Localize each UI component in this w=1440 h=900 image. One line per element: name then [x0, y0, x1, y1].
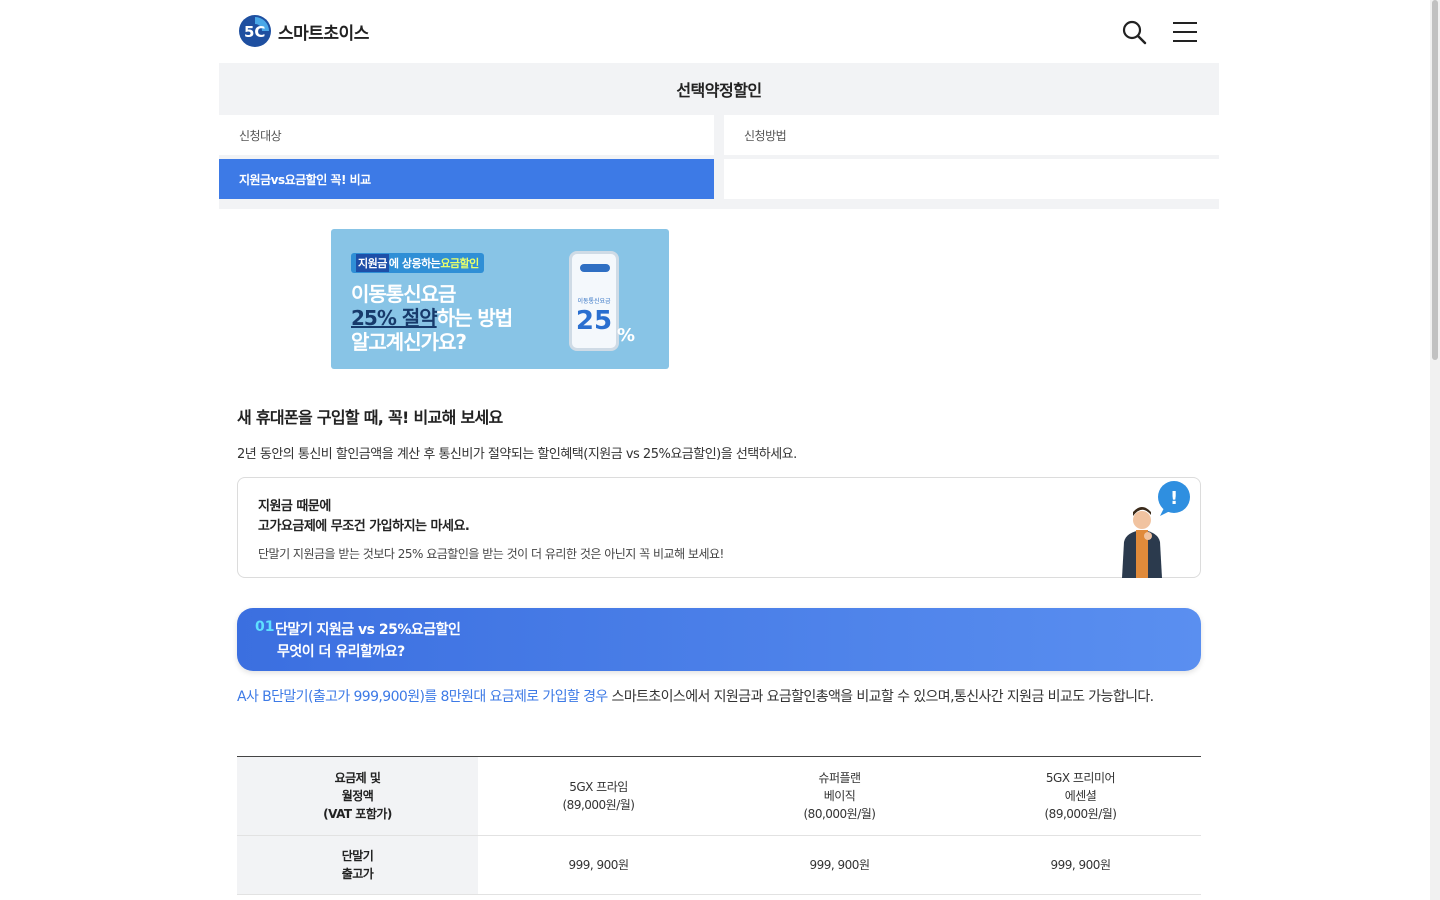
- banner-percent: %: [617, 325, 636, 346]
- exclamation-badge: !: [1170, 488, 1178, 509]
- banner-chip-discount: 요금할인: [440, 257, 479, 270]
- price-cell: 999, 900원: [719, 835, 960, 895]
- tab-compare-subsidy-discount[interactable]: 지원금vs요금할인 꼭! 비교: [219, 159, 714, 199]
- plan-line: 5GX 프리미어: [1045, 771, 1116, 785]
- step-title-line-1: 단말기 지원금 vs 25%요금할인: [275, 622, 461, 638]
- plan-line: 5GX 프라임: [569, 780, 628, 794]
- phone-logo: [580, 264, 610, 272]
- header-line: 단말기: [341, 849, 374, 863]
- phone-label: 이동통신요금: [577, 298, 611, 305]
- page-container: 5C 스마트초이스 선택약정할인 신청대상 신청방법 지원금vs요금할인 꼭! …: [219, 0, 1219, 209]
- table-header-device-price: 단말기 출고가: [237, 835, 478, 895]
- svg-text:5C: 5C: [244, 23, 265, 41]
- notice-box: 지원금 때문에 고가요금제에 무조건 가입하지는 마세요. 단말기 지원금을 받…: [237, 477, 1201, 578]
- sub-tabs: 신청대상 신청방법 지원금vs요금할인 꼭! 비교: [219, 115, 1219, 209]
- price-cell: 999, 900원: [478, 835, 719, 895]
- plan-cell: 5GX 프리미어 에센셜 (89,000원/월): [960, 756, 1201, 836]
- plan-line: (80,000원/월): [803, 807, 876, 821]
- banner-line-3: 알고계신가요?: [351, 330, 467, 354]
- step-01-banner: 01 단말기 지원금 vs 25%요금할인 무엇이 더 유리할까요?: [237, 608, 1201, 671]
- plan-cell: 5GX 프라임 (89,000원/월): [478, 756, 719, 836]
- page-title-bar: 선택약정할인: [219, 63, 1219, 115]
- step-description-highlight: A사 B단말기(출고가 999,900원)를 8만원대 요금제로 가입할 경우: [237, 689, 608, 705]
- phone-illustration: 이동통신요금 25: [569, 251, 619, 351]
- plan-cell: 슈퍼플랜 베이직 (80,000원/월): [719, 756, 960, 836]
- plan-line: 베이직: [823, 789, 856, 803]
- table-row: 단말기 출고가 999, 900원 999, 900원 999, 900원: [237, 835, 1201, 895]
- plan-line: 슈퍼플랜: [818, 771, 861, 785]
- banner-chip-mid: 에 상응하는: [388, 257, 441, 270]
- thinking-person-illustration: !: [1122, 481, 1190, 578]
- plan-line: (89,000원/월): [1044, 807, 1117, 821]
- price-cell: 999, 900원: [960, 835, 1201, 895]
- step-description-rest: 스마트초이스에서 지원금과 요금할인총액을 비교할 수 있으며,통신사간 지원금…: [607, 689, 1155, 705]
- notice-line-2: 고가요금제에 무조건 가입하지는 마세요.: [258, 519, 470, 534]
- vertical-scrollbar[interactable]: [1430, 0, 1440, 900]
- step-description: A사 B단말기(출고가 999,900원)를 8만원대 요금제로 가입할 경우 …: [237, 686, 1201, 708]
- step-title-line-2: 무엇이 더 유리할까요?: [277, 644, 405, 660]
- banner-chip: 지원금 에 상응하는 요금할인: [351, 253, 484, 273]
- site-header: 5C 스마트초이스: [219, 0, 1219, 63]
- brand-logo[interactable]: 5C 스마트초이스: [238, 14, 369, 48]
- notice-line-3: 단말기 지원금을 받는 것보다 25% 요금할인을 받는 것이 더 유리한 것은…: [258, 547, 724, 561]
- banner-chip-subsidy: 지원금: [356, 254, 389, 272]
- tab-apply-target[interactable]: 신청대상: [219, 115, 714, 155]
- smartchoice-logo-icon: 5C: [239, 15, 271, 47]
- section-heading: 새 휴대폰을 구입할 때, 꼭! 비교해 보세요: [237, 408, 503, 427]
- header-line: (VAT 포함가): [323, 807, 392, 821]
- tab-empty-slot: [724, 159, 1219, 199]
- brand-name: 스마트초이스: [278, 23, 369, 44]
- header-line: 요금제 및: [334, 771, 381, 785]
- phone-number: 25: [575, 306, 613, 336]
- page-title: 선택약정할인: [676, 81, 762, 100]
- notice-line-1: 지원금 때문에: [258, 499, 331, 514]
- tab-apply-method[interactable]: 신청방법: [724, 115, 1219, 155]
- plan-line: (89,000원/월): [562, 798, 635, 812]
- step-number: 01: [255, 619, 275, 635]
- header-line: 월정액: [341, 789, 374, 803]
- section-description: 2년 동안의 통신비 할인금액을 계산 후 통신비가 절약되는 할인혜택(지원금…: [237, 447, 797, 462]
- hamburger-menu-icon[interactable]: [1171, 18, 1199, 46]
- table-row: 요금제 및 월정액 (VAT 포함가) 5GX 프라임 (89,000원/월) …: [237, 756, 1201, 836]
- scrollbar-thumb[interactable]: [1432, 0, 1438, 360]
- promo-banner[interactable]: 지원금 에 상응하는 요금할인 이동통신요금 25% 절약하는 방법 알고계신가…: [331, 229, 669, 369]
- table-header-plan: 요금제 및 월정액 (VAT 포함가): [237, 756, 478, 836]
- header-line: 출고가: [341, 867, 374, 881]
- comparison-table: 요금제 및 월정액 (VAT 포함가) 5GX 프라임 (89,000원/월) …: [237, 756, 1201, 895]
- search-icon[interactable]: [1120, 18, 1148, 46]
- plan-line: 에센셜: [1064, 789, 1097, 803]
